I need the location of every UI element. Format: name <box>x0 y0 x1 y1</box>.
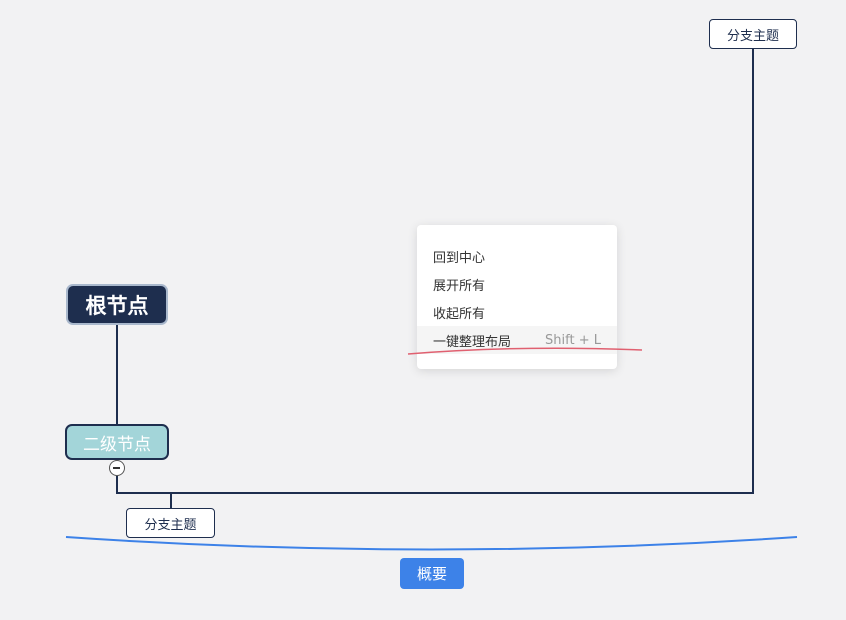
summary-node[interactable]: 概要 <box>400 558 464 589</box>
menu-item-shortcut: Shift + L <box>545 332 601 348</box>
menu-item-label: 回到中心 <box>433 250 486 266</box>
menu-item-label: 收起所有 <box>433 306 486 322</box>
menu-item-expand-all[interactable]: 展开所有 <box>417 270 617 298</box>
branch-topic-bottom[interactable]: 分支主题 <box>126 508 215 538</box>
menu-item-back-to-center[interactable]: 回到中心 <box>417 242 617 270</box>
mindmap-canvas[interactable]: 根节点 二级节点 分支主题 分支主题 概要 回到中心 展开所有 收起所有 一键整… <box>0 0 846 620</box>
menu-item-label: 展开所有 <box>433 278 486 294</box>
summary-brace <box>65 536 798 551</box>
root-node[interactable]: 根节点 <box>66 284 168 325</box>
menu-item-collapse-all[interactable]: 收起所有 <box>417 298 617 326</box>
menu-item-auto-layout[interactable]: 一键整理布局 Shift + L <box>417 326 617 354</box>
menu-item-label: 一键整理布局 <box>433 334 512 350</box>
context-menu: 回到中心 展开所有 收起所有 一键整理布局 Shift + L <box>417 225 617 369</box>
minus-circle-icon[interactable] <box>109 460 125 476</box>
level2-node[interactable]: 二级节点 <box>65 424 169 460</box>
branch-topic-top[interactable]: 分支主题 <box>709 19 797 49</box>
